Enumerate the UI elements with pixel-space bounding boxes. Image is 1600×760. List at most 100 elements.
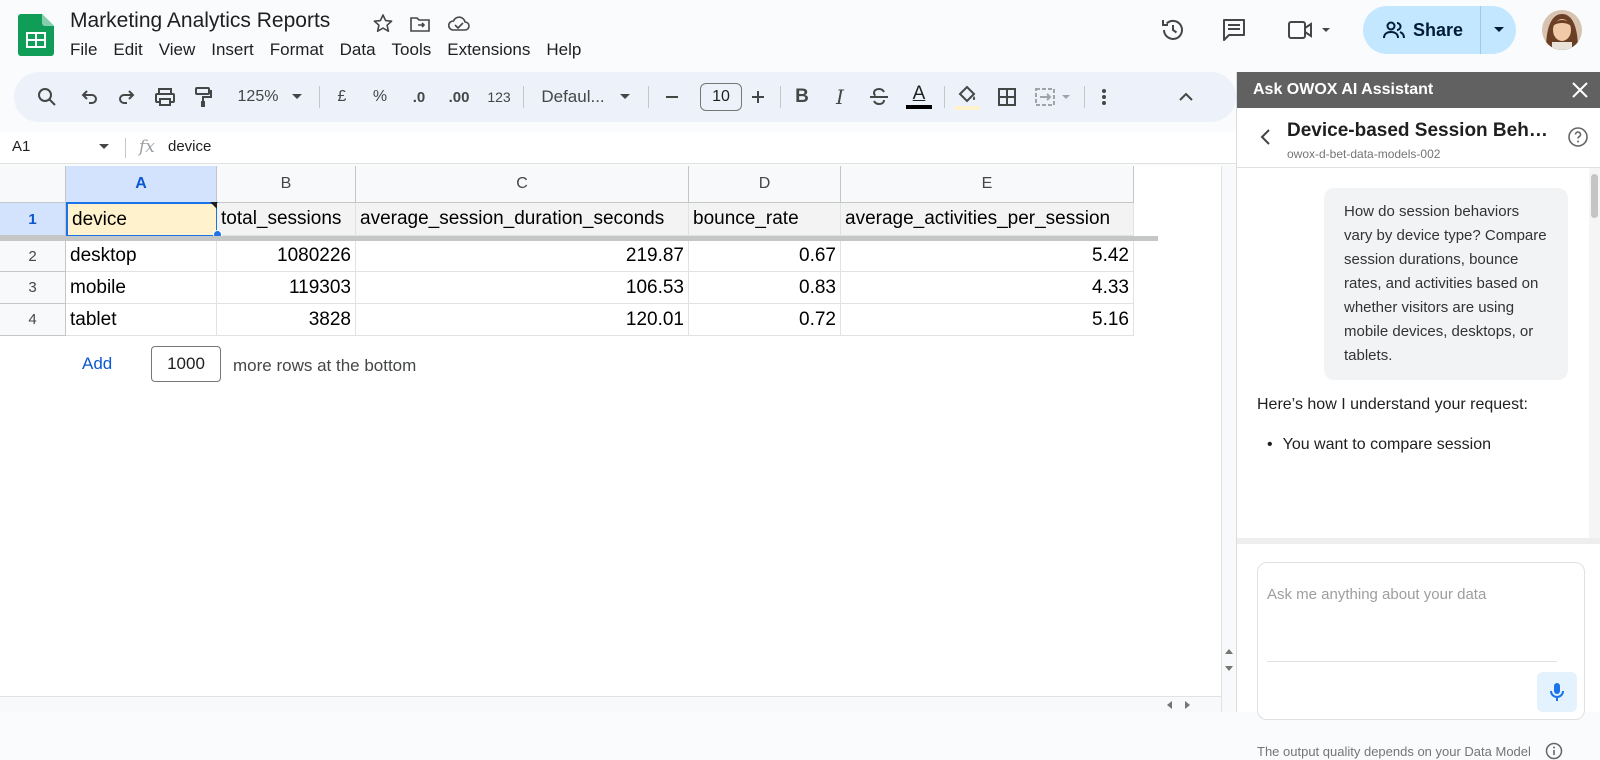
document-title[interactable]: Marketing Analytics Reports xyxy=(70,9,330,33)
bold-button[interactable]: B xyxy=(790,72,814,122)
search-icon[interactable] xyxy=(34,72,60,122)
info-icon[interactable] xyxy=(1545,742,1563,760)
text-color-label: A xyxy=(912,83,926,104)
name-box-caret-icon[interactable] xyxy=(98,143,110,151)
decrease-decimal-button[interactable]: .0 xyxy=(406,72,432,122)
paint-format-icon[interactable] xyxy=(190,72,216,122)
table-cell[interactable]: 106.53 xyxy=(356,272,689,304)
redo-icon[interactable] xyxy=(114,72,140,122)
help-icon[interactable] xyxy=(1567,126,1589,148)
back-arrow-icon[interactable] xyxy=(1255,126,1277,148)
meet-icon[interactable] xyxy=(1286,15,1336,45)
column-header-d[interactable]: D xyxy=(689,166,841,203)
table-cell[interactable]: 4.33 xyxy=(841,272,1134,304)
horizontal-scrollbar[interactable] xyxy=(0,696,1221,712)
print-icon[interactable] xyxy=(152,72,178,122)
version-history-icon[interactable] xyxy=(1158,15,1188,45)
table-cell[interactable]: total_sessions xyxy=(217,203,356,236)
menu-file[interactable]: File xyxy=(62,38,105,62)
star-icon[interactable] xyxy=(371,12,395,36)
scroll-left-icon[interactable] xyxy=(1166,701,1172,709)
undo-icon[interactable] xyxy=(76,72,102,122)
close-icon[interactable] xyxy=(1569,79,1591,101)
cloud-saved-icon[interactable] xyxy=(446,12,470,36)
sheets-logo-icon[interactable] xyxy=(18,14,54,56)
vertical-scrollbar[interactable] xyxy=(1221,166,1236,712)
chat-input-placeholder[interactable]: Ask me anything about your data xyxy=(1267,586,1486,603)
scroll-up-icon[interactable] xyxy=(1225,648,1233,654)
menu-view[interactable]: View xyxy=(151,38,204,62)
formula-input[interactable]: device xyxy=(168,138,211,155)
menu-help[interactable]: Help xyxy=(538,38,589,62)
scroll-down-icon[interactable] xyxy=(1225,666,1233,672)
table-cell[interactable]: 5.42 xyxy=(841,241,1134,272)
decrease-font-size-icon[interactable] xyxy=(660,72,684,122)
select-all-corner[interactable] xyxy=(0,166,66,203)
comments-icon[interactable] xyxy=(1219,15,1249,45)
table-cell[interactable]: 119303 xyxy=(217,272,356,304)
name-box[interactable]: A1 xyxy=(12,138,30,155)
borders-icon[interactable] xyxy=(994,72,1020,122)
menu-format[interactable]: Format xyxy=(262,38,332,62)
column-header-e[interactable]: E xyxy=(841,166,1134,203)
table-cell[interactable]: 0.67 xyxy=(689,241,841,272)
increase-decimal-button[interactable]: .00 xyxy=(444,72,474,122)
row-header-1[interactable]: 1 xyxy=(0,203,66,236)
table-cell[interactable]: desktop xyxy=(66,241,217,272)
table-cell[interactable]: 5.16 xyxy=(841,304,1134,336)
share-button[interactable]: Share xyxy=(1363,6,1481,54)
row-header-4[interactable]: 4 xyxy=(0,304,66,336)
table-cell[interactable]: mobile xyxy=(66,272,217,304)
table-cell[interactable]: device xyxy=(66,202,218,237)
table-cell[interactable]: 219.87 xyxy=(356,241,689,272)
table-cell[interactable]: bounce_rate xyxy=(689,203,841,236)
menu-tools[interactable]: Tools xyxy=(384,38,440,62)
column-header-b[interactable]: B xyxy=(217,166,356,203)
microphone-button[interactable] xyxy=(1537,672,1577,712)
move-folder-icon[interactable] xyxy=(408,12,432,36)
percent-format-button[interactable]: % xyxy=(369,72,391,122)
fill-color-bar xyxy=(954,106,980,110)
strikethrough-icon[interactable] xyxy=(866,72,892,122)
zoom-caret-icon[interactable] xyxy=(288,72,306,122)
column-header-a[interactable]: A xyxy=(66,166,217,203)
table-cell[interactable]: 3828 xyxy=(217,304,356,336)
number-format-button[interactable]: 123 xyxy=(484,72,514,122)
toolbar: 125% £ % .0 .00 123 Defaul... 10 B I A xyxy=(14,72,1236,122)
chat-scrollbar-thumb[interactable] xyxy=(1591,174,1598,218)
row-header-2[interactable]: 2 xyxy=(0,241,66,272)
table-cell[interactable]: tablet xyxy=(66,304,217,336)
scroll-right-icon[interactable] xyxy=(1185,701,1191,709)
share-dropdown-button[interactable] xyxy=(1481,6,1516,54)
font-select[interactable]: Defaul... xyxy=(538,72,608,122)
text-color-button[interactable]: A xyxy=(904,72,934,122)
menu-insert[interactable]: Insert xyxy=(203,38,262,62)
italic-button[interactable]: I xyxy=(828,72,852,122)
more-options-icon[interactable] xyxy=(1094,72,1114,122)
table-cell[interactable]: 0.83 xyxy=(689,272,841,304)
currency-format-button[interactable]: £ xyxy=(332,72,352,122)
menu-edit[interactable]: Edit xyxy=(105,38,150,62)
menu-data[interactable]: Data xyxy=(332,38,384,62)
table-cell[interactable]: 120.01 xyxy=(356,304,689,336)
table-cell[interactable]: average_activities_per_session xyxy=(841,203,1134,236)
font-size-input[interactable]: 10 xyxy=(700,83,742,111)
zoom-select[interactable]: 125% xyxy=(230,72,286,122)
table-cell[interactable]: 1080226 xyxy=(217,241,356,272)
avatar[interactable] xyxy=(1542,10,1582,50)
fill-color-icon[interactable] xyxy=(952,72,982,122)
chat-scrollbar[interactable] xyxy=(1589,168,1600,538)
add-rows-button[interactable]: Add xyxy=(82,354,112,374)
font-caret-icon[interactable] xyxy=(616,72,634,122)
table-cell[interactable]: 0.72 xyxy=(689,304,841,336)
merge-cells-icon[interactable] xyxy=(1032,72,1076,122)
collapse-menus-icon[interactable] xyxy=(1174,72,1198,122)
column-header-c[interactable]: C xyxy=(356,166,689,203)
table-cell[interactable]: average_session_duration_seconds xyxy=(356,203,689,236)
menu-extensions[interactable]: Extensions xyxy=(439,38,538,62)
chat-messages[interactable]: How do session behaviors vary by device … xyxy=(1237,168,1600,538)
add-rows-count-input[interactable]: 1000 xyxy=(151,346,221,382)
increase-font-size-icon[interactable] xyxy=(746,72,770,122)
decrease-decimal-label: .0 xyxy=(412,88,426,106)
row-header-3[interactable]: 3 xyxy=(0,272,66,304)
